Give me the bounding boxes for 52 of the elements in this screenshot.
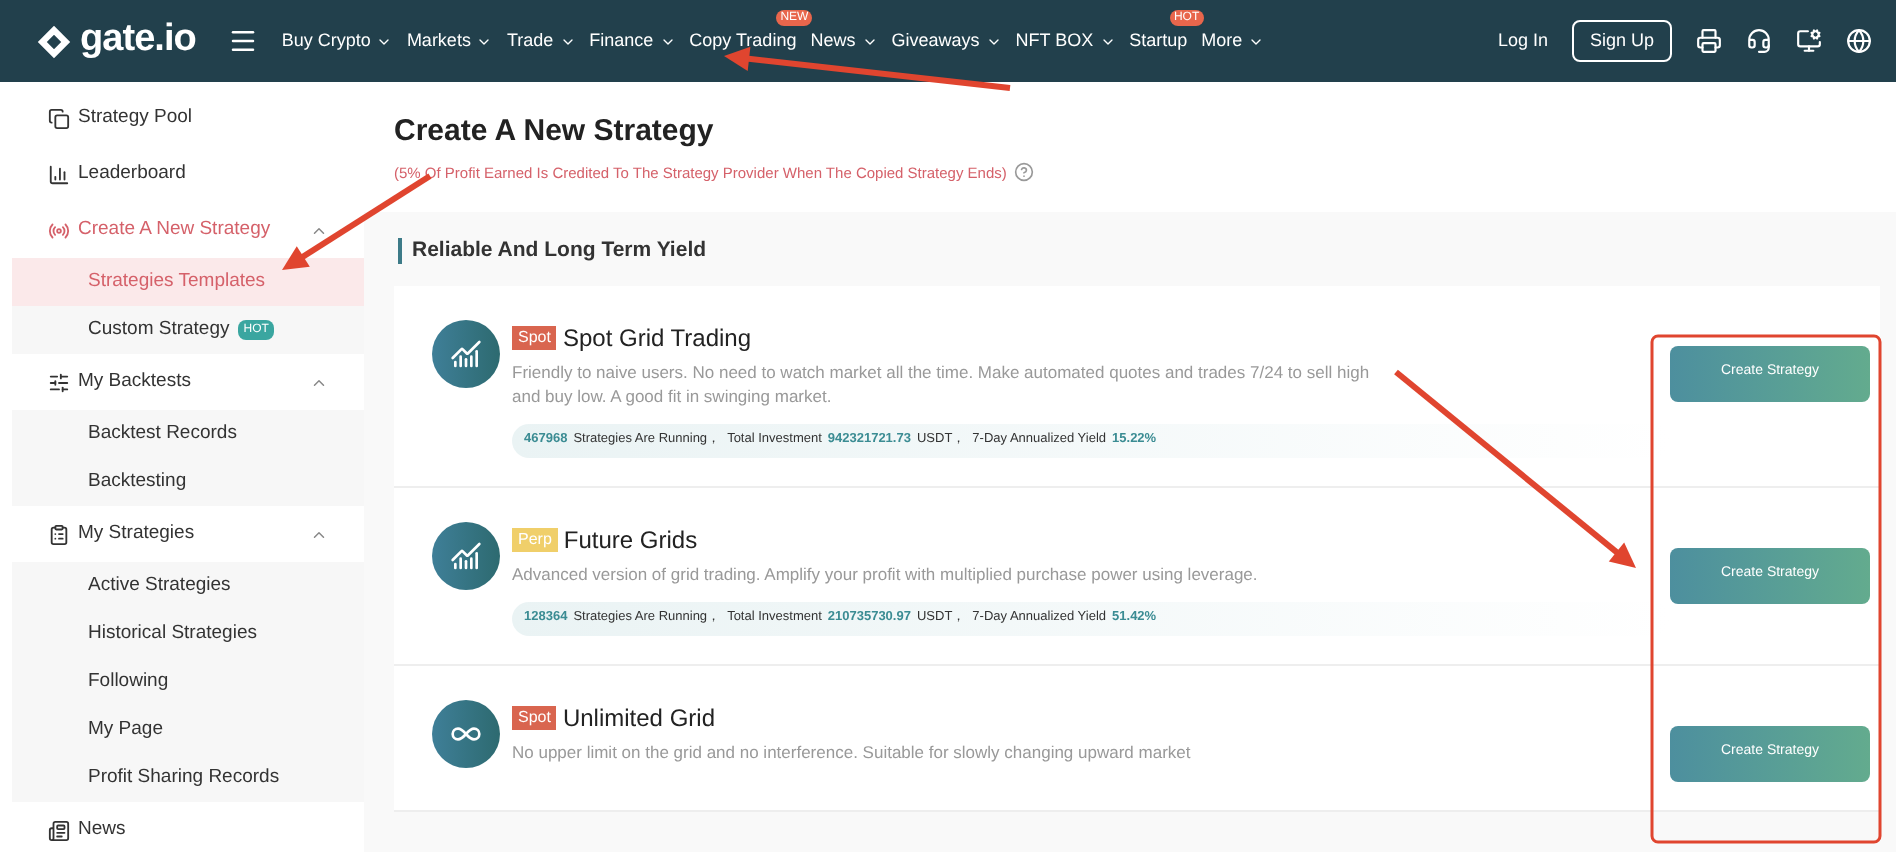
nav-link[interactable]: Giveaways [891,27,980,55]
strategy-description: Advanced version of grid trading. Amplify your profit with multiplied purchase power using leverage. [512,561,1260,585]
chart-icon [450,539,482,571]
nav-link[interactable]: Trade [506,27,554,55]
help-icon[interactable] [1014,162,1035,183]
nav-link[interactable]: Copy Trading [689,27,797,55]
strategy-name: Unlimited Grid [562,701,715,735]
nav-link[interactable]: News [810,27,856,55]
monitor-icon[interactable] [1796,28,1822,54]
nav-link[interactable]: NFT BOX [1015,27,1094,55]
menu-item-icon [48,819,70,841]
globe-icon[interactable] [1846,28,1872,54]
submenu-item[interactable]: Historical Strategies [12,610,364,658]
headset-icon[interactable] [1746,28,1772,54]
submenu-item[interactable]: Backtest Records [12,410,364,458]
chart-icon [450,337,482,369]
sidebar-item[interactable]: My Strategies [0,506,364,562]
strategy-description: No upper limit on the grid and no interference. Suitable for slowly changing upward market [512,739,1193,763]
nav-link[interactable]: Buy Crypto [281,27,371,55]
nav-link[interactable]: Finance [589,27,654,55]
submenu-item[interactable]: Backtesting [12,458,364,506]
menu-item-icon [48,371,70,393]
login-link[interactable]: Log In [1497,27,1548,55]
nav-link[interactable]: More [1201,27,1243,55]
menu-item-icon [48,163,70,185]
sidebar-item[interactable]: News [0,802,364,852]
strategy-name: Future Grids [563,523,698,557]
sidebar-item[interactable]: Leaderboard [0,146,364,202]
menu-item-icon [48,107,70,129]
menu-icon[interactable] [227,26,258,56]
menu-item-icon [48,523,70,545]
market-tag: Perp [512,527,558,551]
strategy-description: Friendly to naive users. No need to watch market all the time. Make automated quotes and trades 7/24 to sell high and buy low. A good fit in swinging market. [512,359,1372,407]
page-title: Create A New Strategy [394,112,716,152]
market-tag: Spot [512,705,557,729]
printer-icon[interactable] [1696,28,1722,54]
section-title: Reliable And Long Term Yield [412,235,707,266]
nav-link[interactable]: Startup [1129,27,1188,55]
submenu-item[interactable]: My Page [12,706,364,754]
logo-icon [36,23,72,59]
sidebar-item[interactable]: Create A New Strategy [0,202,364,258]
nav-link[interactable]: Markets [406,27,471,55]
signup-button[interactable]: Sign Up [1571,19,1672,63]
submenu-item[interactable]: Following [12,658,364,706]
submenu-item[interactable]: Active Strategies [12,562,364,610]
sidebar-item[interactable]: Strategy Pool [0,90,364,146]
logo-text: gate.io [80,16,196,65]
submenu-item[interactable]: Profit Sharing Records [12,754,364,802]
sidebar-item[interactable]: My Backtests [0,354,364,410]
market-tag: Spot [512,325,557,349]
strategy-name: Spot Grid Trading [562,321,752,355]
menu-item-icon [48,219,70,241]
